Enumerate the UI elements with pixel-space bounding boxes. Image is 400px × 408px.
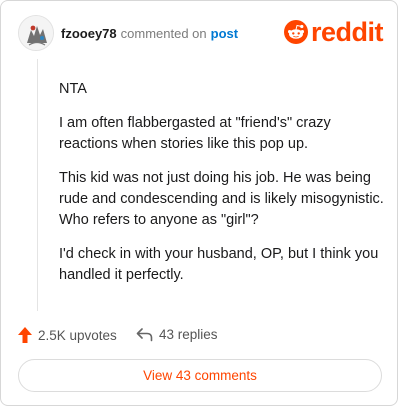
thread-line: [37, 59, 38, 311]
upvote-count: 2.5K upvotes: [38, 327, 117, 343]
comment-body: NTA I am often flabbergasted at "friend'…: [59, 79, 385, 299]
comment-paragraph: I am often flabbergasted at "friend's" c…: [59, 115, 331, 152]
reddit-wordmark: reddit: [310, 17, 384, 47]
reddit-logo[interactable]: reddit: [283, 17, 384, 47]
comment-paragraph: I'd check in with your husband, OP, but …: [59, 246, 379, 283]
comment-actions: 2.5K upvotes 43 replies: [18, 327, 378, 347]
avatar[interactable]: [18, 15, 54, 51]
upvote-button[interactable]: 2.5K upvotes: [18, 327, 117, 343]
comment-paragraph: NTA: [59, 81, 87, 97]
view-comments-button[interactable]: View 43 comments: [18, 359, 382, 392]
reply-arrow-icon: [136, 327, 153, 342]
commented-on-text: commented on: [120, 26, 207, 41]
comment-card: fzooey78 commented on post reddit NTA I …: [0, 0, 398, 406]
comment-meta: fzooey78 commented on post: [61, 26, 238, 42]
comment-paragraph: This kid was not just doing his job. He …: [59, 170, 384, 228]
post-link[interactable]: post: [211, 26, 238, 41]
replies-button[interactable]: 43 replies: [136, 327, 218, 342]
comment-header: fzooey78 commented on post reddit: [18, 15, 384, 55]
username-link[interactable]: fzooey78: [61, 26, 117, 41]
reddit-snoo-icon: [283, 20, 308, 44]
upvote-arrow-icon: [18, 327, 32, 343]
reply-count: 43 replies: [159, 327, 218, 342]
